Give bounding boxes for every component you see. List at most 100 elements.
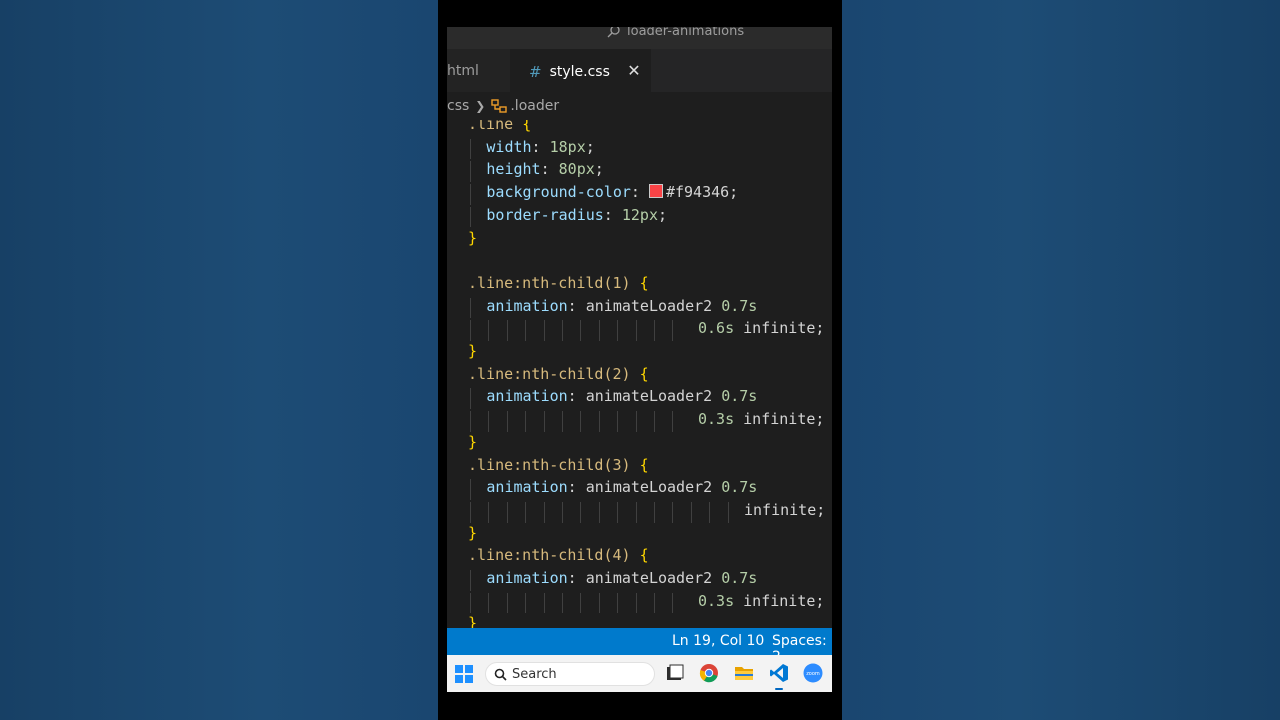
code-token: 0.7s [721, 569, 758, 587]
indent-guide [654, 592, 655, 614]
breadcrumb-symbol[interactable]: .loader [510, 98, 559, 114]
indent-guide [635, 592, 637, 614]
code-editor[interactable]: .line {width: 18px; height: 80px; backgrou… [447, 120, 832, 628]
indent-guide [654, 501, 655, 523]
code-line: animation: animateLoader2 0.7s [486, 567, 757, 589]
indent-guide [598, 411, 600, 432]
close-icon[interactable]: ✕ [625, 62, 643, 80]
code-line: } [468, 340, 477, 362]
code-token: .line [468, 120, 523, 133]
code-token: } [468, 432, 478, 451]
taskbar-search[interactable]: Search [485, 662, 655, 686]
indent-guide [672, 501, 674, 523]
code-token: background-color [486, 183, 631, 202]
code-line: .line:nth-child(2) { [468, 363, 649, 385]
code-token: ; [815, 319, 825, 338]
cursor-position[interactable]: Ln 19, Col 10 [672, 633, 764, 649]
code-token: height [486, 160, 541, 179]
code-token: .line:nth-child(2) [468, 364, 640, 383]
vscode-icon[interactable] [769, 663, 789, 683]
tab-html[interactable]: html [447, 49, 510, 92]
code-token: { [639, 273, 649, 292]
editor-tabs: html # style.css ✕ [447, 49, 832, 93]
indent-guide [562, 592, 563, 614]
code-token: .line:nth-child(3) [468, 455, 640, 474]
indent-guide [543, 592, 545, 614]
indent-guide [690, 501, 692, 523]
indent-guide [488, 501, 490, 523]
taskbar: Search zoom [447, 655, 832, 692]
code-token: infinite [734, 410, 816, 429]
indent-guide [562, 501, 563, 523]
indent-guide [562, 411, 563, 432]
zoom-icon[interactable]: zoom [803, 663, 823, 683]
indent-guide [488, 592, 490, 614]
indent-guide [580, 592, 582, 614]
chevron-right-icon: ❯ [475, 99, 486, 113]
indent-guide [543, 501, 545, 523]
indent-guide [525, 592, 527, 614]
code-token: 0.3s [698, 591, 735, 610]
terminal-icon[interactable] [665, 663, 685, 683]
code-line: } [468, 522, 477, 544]
code-line: infinite; [744, 499, 825, 521]
indent-guide [709, 501, 711, 523]
code-token: infinite [734, 319, 816, 338]
indent-guide [470, 206, 471, 228]
indent-guide [506, 501, 508, 523]
indent-guide [562, 320, 563, 341]
code-token: : [540, 160, 559, 179]
code-token: : [531, 137, 550, 156]
indent-guide [672, 411, 674, 432]
code-token: 0.7s [721, 296, 758, 315]
code-token: infinite [734, 591, 816, 610]
code-token: animation [486, 296, 568, 315]
code-token: border-radius [486, 205, 604, 224]
code-line: background-color: #f94346; [486, 181, 738, 203]
code-line: 0.6s infinite; [698, 317, 824, 339]
indent-guide [470, 411, 471, 432]
indent-guide [506, 320, 508, 341]
code-line: .line:nth-child(1) { [468, 272, 649, 294]
code-line: 0.3s infinite; [698, 590, 824, 612]
code-token: : [567, 569, 586, 587]
code-token: animateLoader2 [585, 296, 722, 315]
code-token: animateLoader2 [585, 478, 722, 497]
tab-label: style.css [549, 63, 610, 80]
active-app-indicator [775, 688, 783, 690]
code-token: ; [815, 591, 825, 610]
indent-guide [580, 320, 582, 341]
code-token: { [639, 546, 649, 565]
command-center[interactable]: loader-animations [607, 27, 744, 39]
breadcrumb: css ❯ .loader [447, 92, 832, 120]
indent-guide [617, 411, 619, 432]
indent-guide [470, 184, 471, 205]
code-line: animation: animateLoader2 0.7s [486, 385, 757, 407]
code-token: ; [594, 160, 604, 179]
windows-start-icon[interactable] [455, 665, 473, 683]
code-token: animateLoader2 [585, 387, 722, 406]
indent-guide [580, 411, 582, 432]
search-icon [607, 27, 620, 38]
code-token: width [486, 137, 532, 156]
code-token: } [468, 228, 478, 247]
indent-guide [470, 320, 471, 341]
color-swatch[interactable] [648, 184, 663, 199]
indent-guide [470, 297, 471, 319]
indent-guide [635, 320, 637, 341]
symbol-class-icon [491, 99, 508, 113]
background-right [842, 0, 1280, 720]
tab-style-css[interactable]: # style.css ✕ [510, 49, 651, 93]
indent-guide [488, 320, 490, 341]
chrome-icon[interactable] [699, 663, 719, 683]
file-explorer-icon[interactable] [734, 663, 754, 683]
indent-guide [598, 501, 600, 523]
search-label: Search [512, 667, 557, 682]
code-token: : [567, 296, 586, 315]
code-token: 0.7s [721, 387, 758, 406]
window-title: loader-animations [627, 27, 745, 39]
indent-guide [470, 570, 471, 591]
code-line: } [468, 227, 477, 249]
breadcrumb-file[interactable]: css [447, 98, 469, 114]
code-line: animation: animateLoader2 0.7s [486, 476, 757, 498]
